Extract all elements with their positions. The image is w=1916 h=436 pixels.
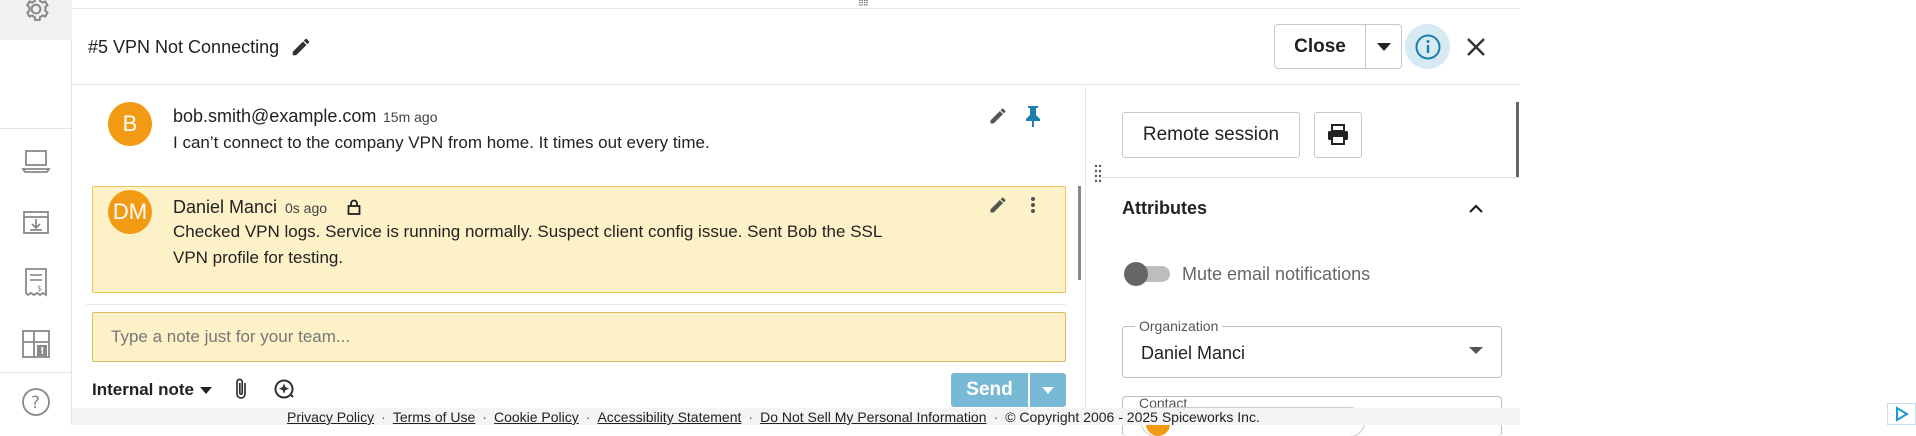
- sidebar-settings-slot[interactable]: [0, 0, 72, 40]
- caret-down-icon: [1469, 347, 1483, 354]
- separator: ·: [381, 409, 386, 425]
- toggle-knob: [1124, 262, 1148, 286]
- printer-icon: [1328, 124, 1348, 145]
- avatar: B: [108, 102, 152, 146]
- send-button[interactable]: Send: [951, 373, 1028, 407]
- lock-icon: [342, 195, 366, 219]
- caret-down-icon: [1376, 42, 1391, 51]
- invoice-icon[interactable]: $: [18, 265, 54, 301]
- edit-title-icon[interactable]: [290, 36, 312, 58]
- caret-down-icon: [1042, 386, 1054, 394]
- organization-value: Daniel Manci: [1141, 343, 1246, 363]
- ticket-panel: ⠿⠿ #5 VPN Not Connecting Close B bob.smi…: [72, 0, 1520, 436]
- close-ticket-button[interactable]: Close: [1274, 24, 1366, 69]
- separator: ·: [748, 409, 754, 425]
- adchoices-icon[interactable]: [1887, 403, 1916, 425]
- note-input[interactable]: Type a note just for your team...: [92, 312, 1066, 362]
- divider: [1102, 177, 1520, 178]
- mute-notifications-label: Mute email notifications: [1182, 264, 1371, 284]
- help-icon[interactable]: ?: [18, 384, 54, 420]
- sidebar-divider: [0, 128, 72, 129]
- separator: ·: [482, 409, 487, 425]
- close-icon: [1467, 38, 1485, 56]
- pin-icon[interactable]: [1021, 104, 1045, 128]
- info-icon: [1415, 34, 1440, 59]
- download-icon[interactable]: [18, 204, 54, 240]
- note-type-label: Internal note: [92, 380, 195, 399]
- attributes-heading: Attributes: [1122, 198, 1207, 218]
- caret-down-icon: [200, 386, 213, 394]
- svg-text:?: ?: [31, 393, 40, 413]
- send-options-dropdown[interactable]: [1030, 373, 1066, 407]
- details-scrollbar[interactable]: [1516, 102, 1519, 178]
- print-button[interactable]: [1314, 112, 1362, 158]
- conversation-pane: B bob.smith@example.com 15m ago I can’t …: [72, 86, 1086, 409]
- cookie-policy-link[interactable]: Cookie Policy: [494, 409, 579, 425]
- ticket-header: #5 VPN Not Connecting Close: [72, 9, 1520, 85]
- separator: ·: [993, 409, 999, 425]
- composer-toolbar: Internal note Send: [72, 368, 1086, 408]
- message-author: Daniel Manci: [173, 197, 278, 217]
- info-button[interactable]: [1405, 24, 1450, 69]
- edit-message-icon[interactable]: [986, 104, 1010, 128]
- svg-text:$: $: [37, 284, 42, 293]
- conversation-scrollbar[interactable]: [1078, 186, 1081, 280]
- ai-assist-icon[interactable]: [272, 377, 296, 401]
- organization-select[interactable]: Organization Daniel Manci: [1122, 318, 1502, 378]
- accessibility-link[interactable]: Accessibility Statement: [597, 409, 741, 425]
- internal-note-message: DM Daniel Manci 0s ago Checked VPN logs.…: [92, 186, 1066, 293]
- message-time: 15m ago: [383, 109, 438, 125]
- sidebar-divider-bottom: [0, 372, 72, 373]
- note-type-selector[interactable]: Internal note: [92, 380, 213, 400]
- edit-message-icon[interactable]: [986, 193, 1010, 217]
- mute-notifications-toggle[interactable]: [1124, 262, 1172, 286]
- message-time: 0s ago: [285, 200, 328, 216]
- terms-link[interactable]: Terms of Use: [393, 409, 475, 425]
- separator: ·: [585, 409, 591, 425]
- message-body: I can’t connect to the company VPN from …: [173, 133, 710, 152]
- privacy-policy-link[interactable]: Privacy Policy: [287, 409, 374, 425]
- footer: Privacy Policy · Terms of Use · Cookie P…: [72, 408, 1520, 425]
- message-item: B bob.smith@example.com 15m ago I can’t …: [72, 86, 1082, 166]
- copyright-text: © Copyright 2006 - 2025 Spiceworks Inc.: [1005, 409, 1260, 425]
- left-sidebar: $ ! ?: [0, 0, 72, 425]
- organization-label: Organization: [1135, 318, 1223, 334]
- remote-session-button[interactable]: Remote session: [1122, 112, 1300, 158]
- ticket-title: #5 VPN Not Connecting: [88, 37, 280, 57]
- svg-text:!: !: [40, 346, 45, 357]
- dashboard-alert-icon[interactable]: !: [18, 326, 54, 362]
- more-options-icon[interactable]: [1021, 193, 1045, 217]
- message-body: Checked VPN logs. Service is running nor…: [173, 222, 882, 267]
- divider: [86, 304, 1066, 305]
- close-panel-button[interactable]: [1460, 31, 1492, 63]
- attachment-icon[interactable]: [229, 377, 253, 401]
- message-author: bob.smith@example.com: [173, 106, 377, 126]
- chevron-up-icon[interactable]: [1464, 196, 1488, 220]
- laptop-icon[interactable]: [18, 143, 54, 179]
- ticket-details-panel: Remote session Attributes Mute email not…: [1102, 86, 1520, 436]
- gear-icon[interactable]: [21, 0, 51, 24]
- avatar: DM: [108, 190, 152, 234]
- close-options-dropdown[interactable]: [1365, 24, 1402, 69]
- panel-drag-handle[interactable]: ⠿⠿: [858, 0, 876, 8]
- footer-links: Privacy Policy · Terms of Use · Cookie P…: [287, 409, 1260, 425]
- do-not-sell-link[interactable]: Do Not Sell My Personal Information: [760, 409, 986, 425]
